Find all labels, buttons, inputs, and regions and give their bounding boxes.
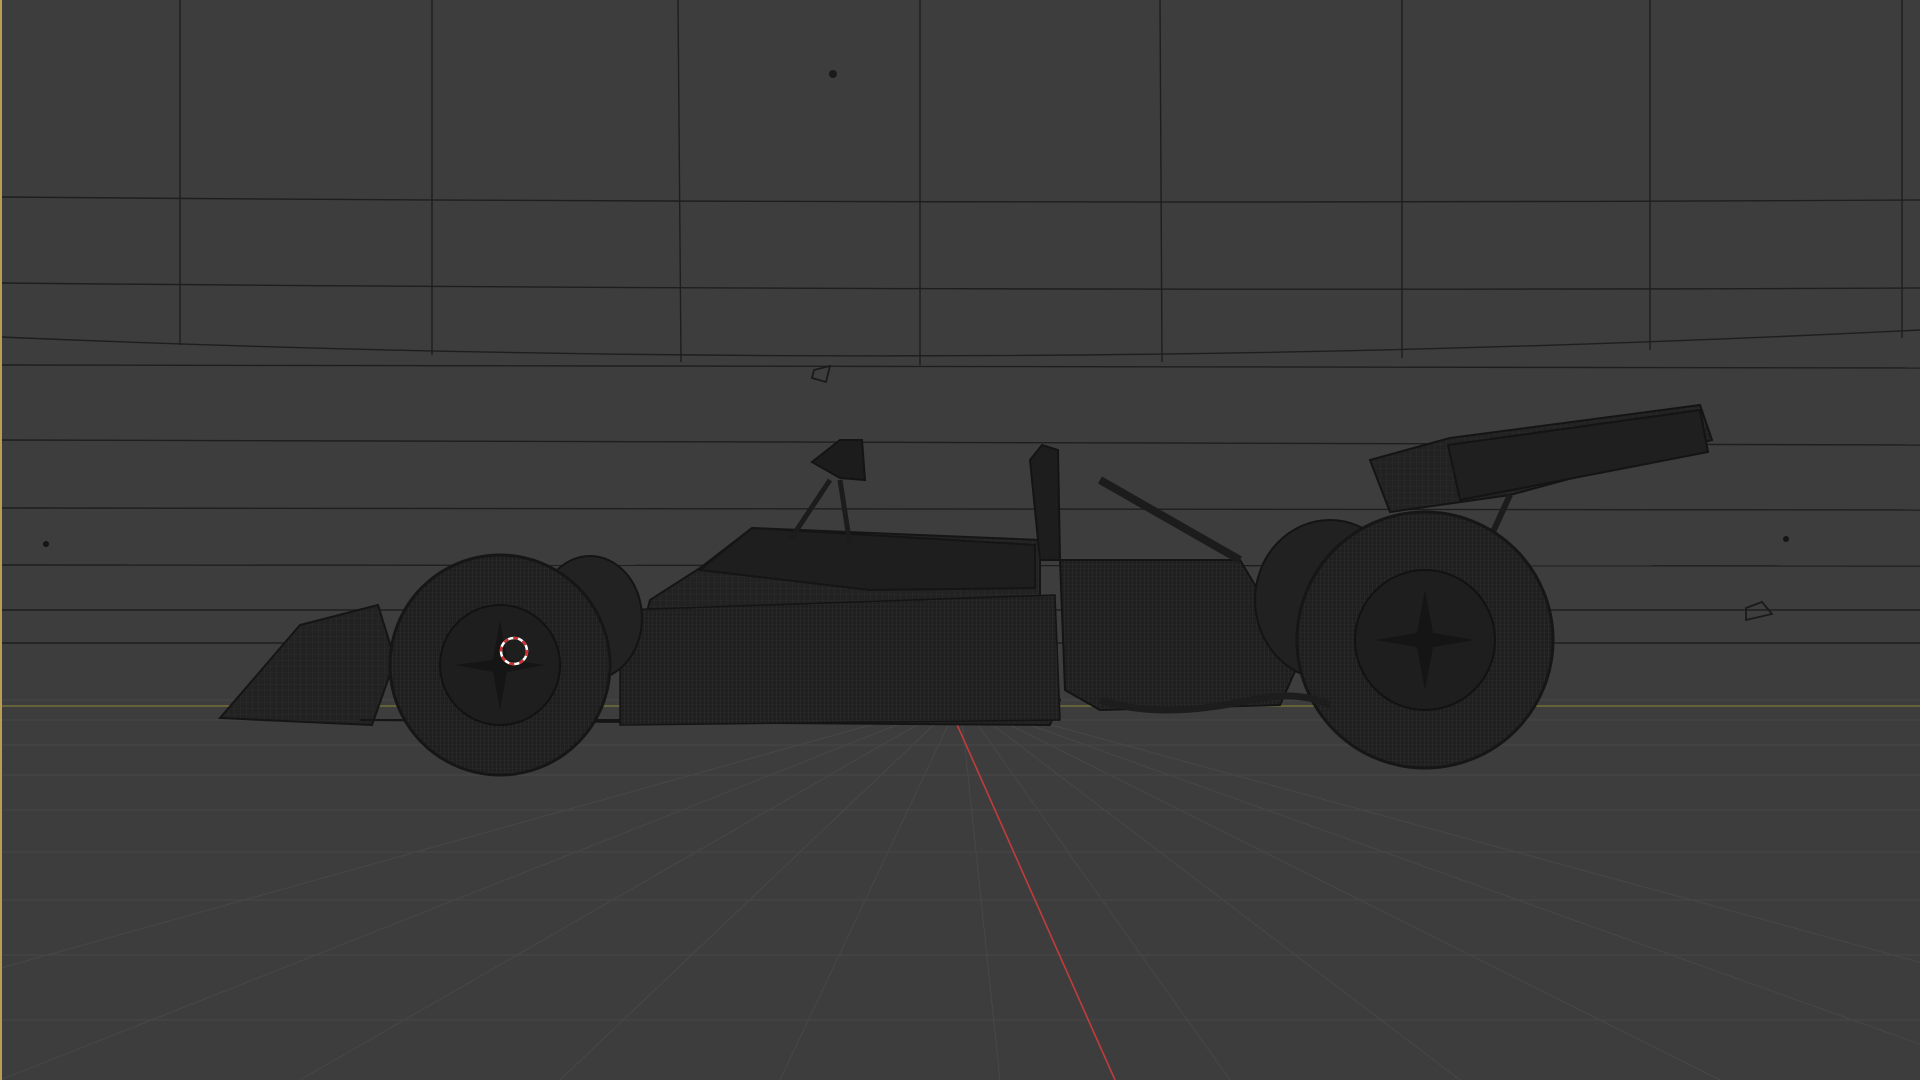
camera-icon[interactable] — [1745, 600, 1774, 622]
3d-viewport[interactable] — [0, 0, 1920, 1080]
floor-grid — [0, 699, 1920, 1080]
empty-marker[interactable] — [1783, 536, 1789, 542]
empty-marker[interactable] — [43, 541, 49, 547]
viewport-canvas[interactable] — [0, 0, 1920, 1080]
active-viewport-border — [0, 0, 2, 1080]
rear-wheel[interactable] — [1254, 510, 1555, 770]
light-icon[interactable] — [829, 70, 837, 78]
light-icon[interactable] — [810, 364, 832, 384]
race-car-mesh[interactable] — [217, 403, 1714, 777]
